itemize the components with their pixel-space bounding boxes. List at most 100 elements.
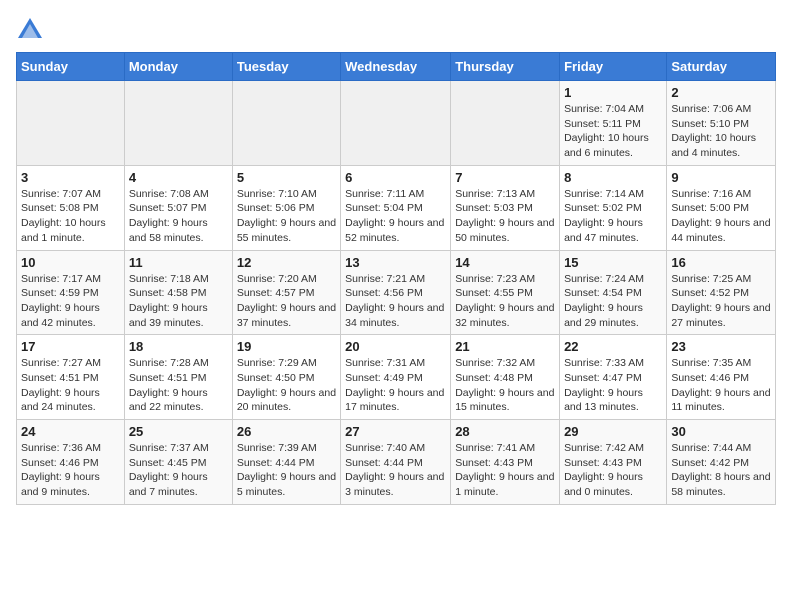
- day-cell: 23 Sunrise: 7:35 AM Sunset: 4:46 PM Dayli…: [667, 335, 776, 420]
- day-info: Sunrise: 7:16 AM Sunset: 5:00 PM Dayligh…: [671, 187, 771, 246]
- day-cell: 18 Sunrise: 7:28 AM Sunset: 4:51 PM Dayli…: [124, 335, 232, 420]
- day-cell: 15 Sunrise: 7:24 AM Sunset: 4:54 PM Dayli…: [560, 250, 667, 335]
- day-number: 30: [671, 424, 771, 439]
- day-info: Sunrise: 7:36 AM Sunset: 4:46 PM Dayligh…: [21, 441, 120, 500]
- week-row-5: 24 Sunrise: 7:36 AM Sunset: 4:46 PM Dayli…: [17, 420, 776, 505]
- day-number: 17: [21, 339, 120, 354]
- col-header-tuesday: Tuesday: [232, 53, 340, 81]
- day-number: 15: [564, 255, 662, 270]
- col-header-saturday: Saturday: [667, 53, 776, 81]
- day-cell: [17, 81, 125, 166]
- day-cell: 27 Sunrise: 7:40 AM Sunset: 4:44 PM Dayli…: [341, 420, 451, 505]
- col-header-wednesday: Wednesday: [341, 53, 451, 81]
- day-cell: 10Sunrise: 7:17 AM Sunset: 4:59 PM Dayli…: [17, 250, 125, 335]
- day-number: 26: [237, 424, 336, 439]
- day-info: Sunrise: 7:40 AM Sunset: 4:44 PM Dayligh…: [345, 441, 446, 500]
- day-info: Sunrise: 7:13 AM Sunset: 5:03 PM Dayligh…: [455, 187, 555, 246]
- day-info: Sunrise: 7:35 AM Sunset: 4:46 PM Dayligh…: [671, 356, 771, 415]
- day-cell: 24 Sunrise: 7:36 AM Sunset: 4:46 PM Dayli…: [17, 420, 125, 505]
- header-row: SundayMondayTuesdayWednesdayThursdayFrid…: [17, 53, 776, 81]
- day-cell: 8 Sunrise: 7:14 AM Sunset: 5:02 PM Daylig…: [560, 165, 667, 250]
- day-info: Sunrise: 7:06 AM Sunset: 5:10 PM Dayligh…: [671, 102, 771, 161]
- day-cell: [232, 81, 340, 166]
- day-info: Sunrise: 7:21 AM Sunset: 4:56 PM Dayligh…: [345, 272, 446, 331]
- logo: [16, 16, 48, 44]
- day-number: 21: [455, 339, 555, 354]
- page-header: [16, 16, 776, 44]
- day-number: 19: [237, 339, 336, 354]
- day-cell: 6 Sunrise: 7:11 AM Sunset: 5:04 PM Daylig…: [341, 165, 451, 250]
- day-number: 6: [345, 170, 446, 185]
- day-number: 2: [671, 85, 771, 100]
- day-info: Sunrise: 7:28 AM Sunset: 4:51 PM Dayligh…: [129, 356, 228, 415]
- day-number: 8: [564, 170, 662, 185]
- day-cell: 2 Sunrise: 7:06 AM Sunset: 5:10 PM Daylig…: [667, 81, 776, 166]
- day-cell: 3 Sunrise: 7:07 AM Sunset: 5:08 PM Daylig…: [17, 165, 125, 250]
- day-cell: 5 Sunrise: 7:10 AM Sunset: 5:06 PM Daylig…: [232, 165, 340, 250]
- logo-icon: [16, 16, 44, 44]
- day-cell: 9 Sunrise: 7:16 AM Sunset: 5:00 PM Daylig…: [667, 165, 776, 250]
- day-info: Sunrise: 7:25 AM Sunset: 4:52 PM Dayligh…: [671, 272, 771, 331]
- day-info: Sunrise: 7:37 AM Sunset: 4:45 PM Dayligh…: [129, 441, 228, 500]
- day-number: 28: [455, 424, 555, 439]
- day-number: 24: [21, 424, 120, 439]
- calendar-table: SundayMondayTuesdayWednesdayThursdayFrid…: [16, 52, 776, 505]
- day-cell: 21Sunrise: 7:32 AM Sunset: 4:48 PM Dayli…: [451, 335, 560, 420]
- day-number: 18: [129, 339, 228, 354]
- col-header-monday: Monday: [124, 53, 232, 81]
- day-cell: 29Sunrise: 7:42 AM Sunset: 4:43 PM Dayli…: [560, 420, 667, 505]
- day-cell: 16 Sunrise: 7:25 AM Sunset: 4:52 PM Dayli…: [667, 250, 776, 335]
- col-header-friday: Friday: [560, 53, 667, 81]
- day-info: Sunrise: 7:20 AM Sunset: 4:57 PM Dayligh…: [237, 272, 336, 331]
- day-info: Sunrise: 7:07 AM Sunset: 5:08 PM Dayligh…: [21, 187, 120, 246]
- day-info: Sunrise: 7:08 AM Sunset: 5:07 PM Dayligh…: [129, 187, 228, 246]
- day-number: 16: [671, 255, 771, 270]
- day-number: 9: [671, 170, 771, 185]
- day-info: Sunrise: 7:29 AM Sunset: 4:50 PM Dayligh…: [237, 356, 336, 415]
- day-number: 27: [345, 424, 446, 439]
- day-cell: 25 Sunrise: 7:37 AM Sunset: 4:45 PM Dayli…: [124, 420, 232, 505]
- day-cell: 17 Sunrise: 7:27 AM Sunset: 4:51 PM Dayli…: [17, 335, 125, 420]
- day-cell: 26Sunrise: 7:39 AM Sunset: 4:44 PM Dayli…: [232, 420, 340, 505]
- day-info: Sunrise: 7:10 AM Sunset: 5:06 PM Dayligh…: [237, 187, 336, 246]
- day-cell: [124, 81, 232, 166]
- day-number: 23: [671, 339, 771, 354]
- day-number: 25: [129, 424, 228, 439]
- day-info: Sunrise: 7:27 AM Sunset: 4:51 PM Dayligh…: [21, 356, 120, 415]
- day-number: 20: [345, 339, 446, 354]
- day-info: Sunrise: 7:11 AM Sunset: 5:04 PM Dayligh…: [345, 187, 446, 246]
- day-number: 4: [129, 170, 228, 185]
- day-cell: 20 Sunrise: 7:31 AM Sunset: 4:49 PM Dayli…: [341, 335, 451, 420]
- week-row-2: 3 Sunrise: 7:07 AM Sunset: 5:08 PM Daylig…: [17, 165, 776, 250]
- week-row-3: 10Sunrise: 7:17 AM Sunset: 4:59 PM Dayli…: [17, 250, 776, 335]
- col-header-thursday: Thursday: [451, 53, 560, 81]
- col-header-sunday: Sunday: [17, 53, 125, 81]
- day-info: Sunrise: 7:41 AM Sunset: 4:43 PM Dayligh…: [455, 441, 555, 500]
- day-info: Sunrise: 7:33 AM Sunset: 4:47 PM Dayligh…: [564, 356, 662, 415]
- day-cell: [451, 81, 560, 166]
- day-cell: 7 Sunrise: 7:13 AM Sunset: 5:03 PM Daylig…: [451, 165, 560, 250]
- week-row-4: 17 Sunrise: 7:27 AM Sunset: 4:51 PM Dayli…: [17, 335, 776, 420]
- day-number: 3: [21, 170, 120, 185]
- day-cell: 19 Sunrise: 7:29 AM Sunset: 4:50 PM Dayli…: [232, 335, 340, 420]
- day-cell: [341, 81, 451, 166]
- day-cell: 28 Sunrise: 7:41 AM Sunset: 4:43 PM Dayli…: [451, 420, 560, 505]
- day-info: Sunrise: 7:17 AM Sunset: 4:59 PM Dayligh…: [21, 272, 120, 331]
- day-number: 7: [455, 170, 555, 185]
- week-row-1: 1Sunrise: 7:04 AM Sunset: 5:11 PM Daylig…: [17, 81, 776, 166]
- day-number: 14: [455, 255, 555, 270]
- day-number: 11: [129, 255, 228, 270]
- day-number: 5: [237, 170, 336, 185]
- day-cell: 14 Sunrise: 7:23 AM Sunset: 4:55 PM Dayli…: [451, 250, 560, 335]
- day-cell: 22Sunrise: 7:33 AM Sunset: 4:47 PM Dayli…: [560, 335, 667, 420]
- day-info: Sunrise: 7:14 AM Sunset: 5:02 PM Dayligh…: [564, 187, 662, 246]
- day-number: 29: [564, 424, 662, 439]
- day-info: Sunrise: 7:23 AM Sunset: 4:55 PM Dayligh…: [455, 272, 555, 331]
- day-info: Sunrise: 7:04 AM Sunset: 5:11 PM Dayligh…: [564, 102, 662, 161]
- day-cell: 11 Sunrise: 7:18 AM Sunset: 4:58 PM Dayli…: [124, 250, 232, 335]
- day-info: Sunrise: 7:31 AM Sunset: 4:49 PM Dayligh…: [345, 356, 446, 415]
- day-cell: 13Sunrise: 7:21 AM Sunset: 4:56 PM Dayli…: [341, 250, 451, 335]
- day-cell: 4 Sunrise: 7:08 AM Sunset: 5:07 PM Daylig…: [124, 165, 232, 250]
- day-info: Sunrise: 7:18 AM Sunset: 4:58 PM Dayligh…: [129, 272, 228, 331]
- day-info: Sunrise: 7:24 AM Sunset: 4:54 PM Dayligh…: [564, 272, 662, 331]
